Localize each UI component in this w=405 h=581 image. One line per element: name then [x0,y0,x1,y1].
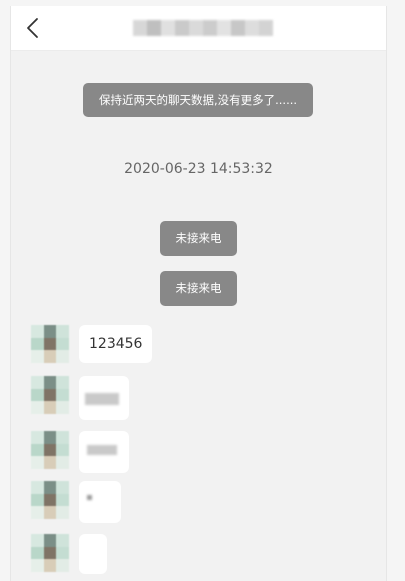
avatar-pixel [56,337,69,351]
chevron-left-icon [27,18,38,38]
chat-header [11,6,386,51]
avatar-pixel [31,388,44,402]
message-bubble-redacted[interactable] [79,431,129,473]
redacted-content [85,393,119,405]
avatar-pixel [43,401,57,414]
avatar-pixel [31,506,44,519]
avatar-pixel [31,456,44,469]
message-bubble-redacted[interactable] [79,481,121,523]
avatar-pixel [43,506,57,519]
contact-avatar[interactable] [31,534,69,572]
avatar-pixel [43,559,57,572]
chat-window: 保持近两天的聊天数据,没有更多了...... 2020-06-23 14:53:… [10,6,387,581]
message-row-redacted [11,376,386,426]
avatar-pixel [56,350,69,363]
avatar-pixel [43,388,57,402]
missed-call-notice[interactable]: 未接来电 [160,221,237,256]
avatar-pixel [43,546,57,560]
message-bubble[interactable]: 123456 [79,325,153,363]
back-button[interactable] [21,14,47,42]
avatar-pixel [31,401,44,414]
avatar-pixel [43,337,57,351]
avatar-pixel [56,506,69,519]
message-row-redacted [11,534,386,581]
avatar-pixel [56,431,69,444]
avatar-pixel [56,456,69,469]
redacted-content [87,445,117,455]
history-notice: 保持近两天的聊天数据,没有更多了...... [83,83,313,117]
avatar-pixel [56,325,69,338]
avatar-pixel [43,376,57,389]
avatar-pixel [31,534,44,547]
avatar-pixel [31,559,44,572]
avatar-pixel [56,401,69,414]
avatar-pixel [43,456,57,469]
contact-avatar[interactable] [31,431,69,469]
message-row-redacted [11,431,386,481]
avatar-pixel [43,481,57,494]
avatar-pixel [56,534,69,547]
message-bubble-redacted[interactable] [79,534,107,574]
missed-call-notice[interactable]: 未接来电 [160,271,237,306]
avatar-pixel [31,350,44,363]
avatar-pixel [43,431,57,444]
avatar-pixel [31,325,44,338]
message-bubble-redacted[interactable] [79,376,129,420]
avatar-pixel [31,493,44,507]
avatar-pixel [56,493,69,507]
avatar-pixel [31,443,44,457]
avatar-pixel [43,350,57,363]
message-row-redacted [11,481,386,531]
avatar-pixel [43,325,57,338]
avatar-pixel [31,546,44,560]
avatar-pixel [56,559,69,572]
redacted-content [87,495,92,500]
avatar-pixel [31,337,44,351]
avatar-pixel [56,388,69,402]
contact-avatar[interactable] [31,376,69,414]
avatar-pixel [31,481,44,494]
avatar-pixel [31,376,44,389]
avatar-pixel [56,376,69,389]
avatar-pixel [56,443,69,457]
message-timestamp: 2020-06-23 14:53:32 [124,161,273,177]
contact-name-redacted [133,20,273,36]
contact-avatar[interactable] [31,481,69,519]
avatar-pixel [43,493,57,507]
avatar-pixel [31,431,44,444]
avatar-pixel [56,481,69,494]
contact-avatar[interactable] [31,325,69,363]
avatar-pixel [43,443,57,457]
avatar-pixel [43,534,57,547]
message-row: 123456 [11,325,386,375]
avatar-pixel [56,546,69,560]
